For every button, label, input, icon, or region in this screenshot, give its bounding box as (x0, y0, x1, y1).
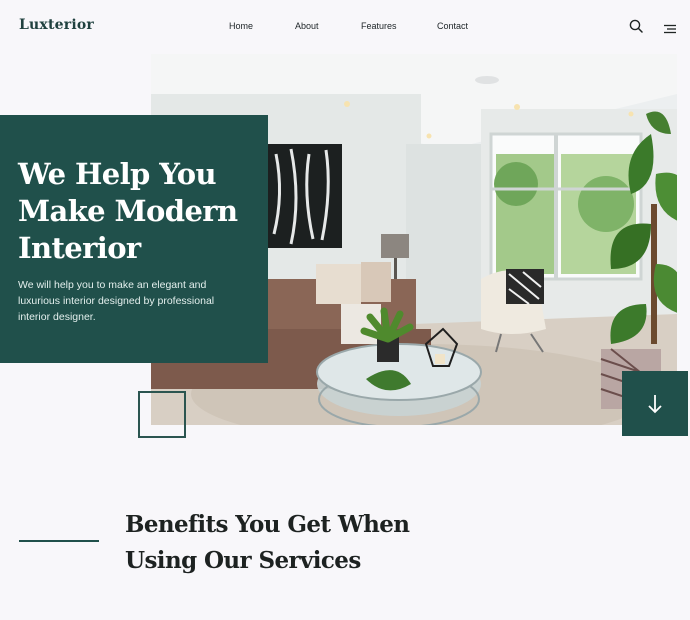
scroll-down-button[interactable] (622, 371, 688, 436)
section-divider (19, 540, 99, 542)
nav-link-home[interactable]: Home (229, 21, 253, 31)
nav-link-features[interactable]: Features (361, 21, 397, 31)
hero-title-line: Interior (18, 231, 141, 265)
arrow-down-icon (648, 394, 662, 413)
search-icon[interactable] (629, 19, 643, 33)
hero-title-line: We Help You (18, 157, 217, 191)
hero-title-line: Make Modern (18, 194, 238, 228)
hero-title: We Help You Make Modern Interior (18, 156, 258, 267)
hero-subtitle: We will help you to make an elegant and … (18, 279, 215, 323)
menu-icon[interactable] (664, 21, 676, 34)
hero-panel: We Help You Make Modern Interior We will… (0, 115, 268, 363)
main-nav: Home About Features Contact (0, 21, 690, 35)
nav-link-contact[interactable]: Contact (437, 21, 468, 31)
decorative-square (138, 391, 186, 438)
benefits-title-line: Using Our Services (125, 547, 361, 574)
nav-link-about[interactable]: About (295, 21, 319, 31)
benefits-title-line: Benefits You Get When (125, 511, 410, 538)
benefits-title: Benefits You Get When Using Our Services (125, 507, 410, 579)
